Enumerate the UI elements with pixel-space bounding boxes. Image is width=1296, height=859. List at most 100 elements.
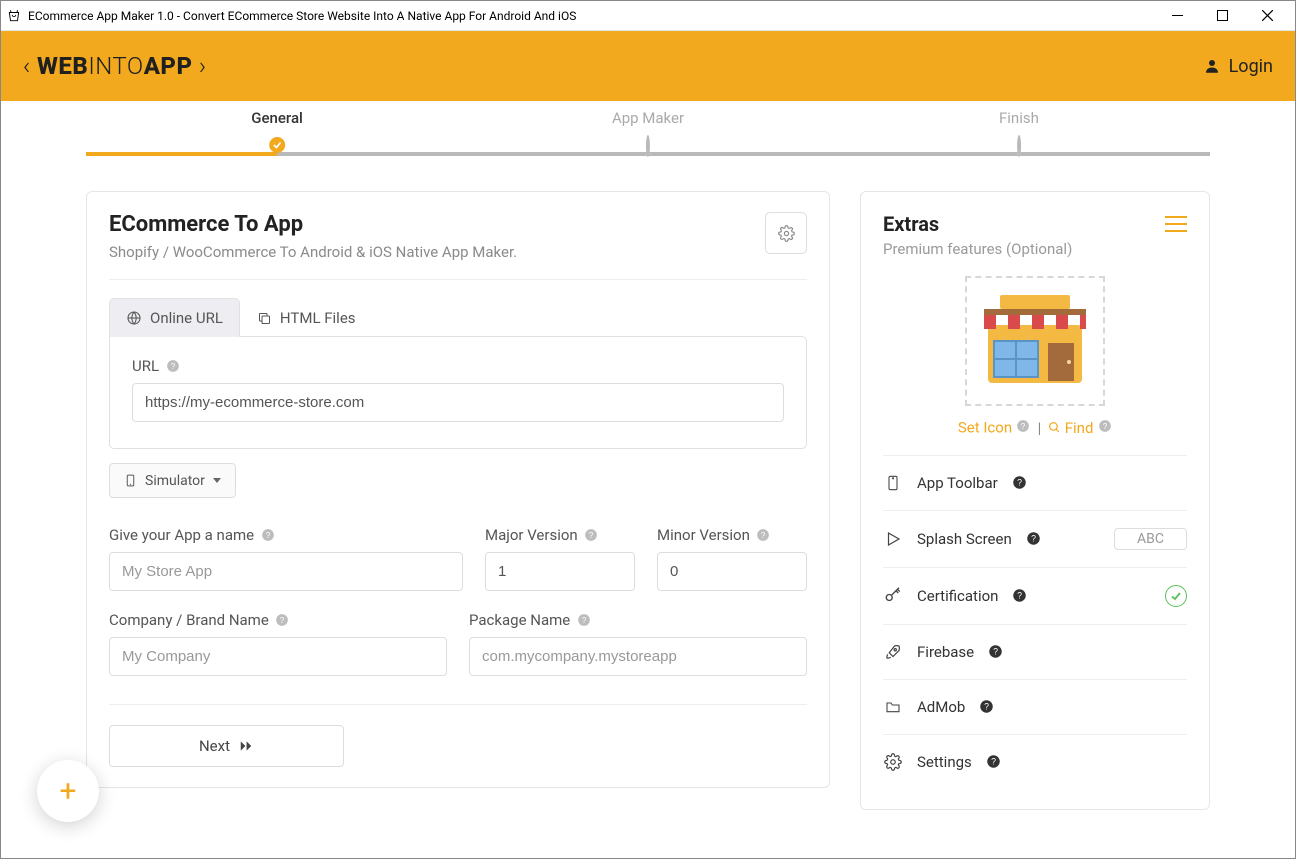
- svg-text:?: ?: [984, 702, 989, 712]
- step-node-active-icon: [269, 137, 285, 153]
- help-icon[interactable]: ?: [756, 528, 771, 543]
- extras-item-firebase[interactable]: Firebase ?: [883, 624, 1187, 679]
- status-ok-icon: [1165, 585, 1187, 607]
- main-title: ECommerce To App: [109, 212, 765, 237]
- main-settings-button[interactable]: [765, 212, 807, 254]
- help-icon[interactable]: ?: [1012, 475, 1027, 490]
- window-minimize-button[interactable]: [1155, 1, 1200, 30]
- extras-item-admob[interactable]: AdMob ?: [883, 679, 1187, 734]
- app-name-input[interactable]: [109, 552, 463, 591]
- gear-icon: [778, 225, 795, 242]
- app-window: ECommerce App Maker 1.0 - Convert EComme…: [0, 0, 1296, 859]
- chevron-down-icon: [213, 478, 221, 483]
- storefront-icon: [980, 291, 1090, 391]
- extras-card: Extras Premium features (Optional): [860, 191, 1210, 810]
- svg-text:?: ?: [991, 757, 996, 767]
- play-outline-icon: [883, 529, 903, 549]
- set-icon-link[interactable]: Set Icon: [958, 419, 1012, 437]
- fab-add-button[interactable]: +: [37, 760, 99, 822]
- svg-text:?: ?: [993, 647, 998, 657]
- help-icon[interactable]: ?: [260, 528, 275, 543]
- splash-preview-badge: ABC: [1114, 528, 1187, 550]
- svg-text:?: ?: [761, 531, 766, 540]
- brand-logo[interactable]: ‹ WEBINTOAPP ›: [23, 52, 207, 80]
- svg-text:?: ?: [1102, 421, 1107, 430]
- help-icon[interactable]: ?: [1097, 418, 1112, 433]
- plus-icon: +: [59, 774, 76, 809]
- svg-text:?: ?: [581, 616, 586, 625]
- globe-icon: [126, 310, 142, 326]
- svg-text:?: ?: [1018, 591, 1023, 601]
- major-version-input[interactable]: [485, 552, 635, 591]
- window-title: ECommerce App Maker 1.0 - Convert EComme…: [28, 9, 1155, 23]
- simulator-dropdown[interactable]: Simulator: [109, 463, 236, 498]
- main-card: ECommerce To App Shopify / WooCommerce T…: [86, 191, 830, 788]
- help-icon[interactable]: ?: [986, 754, 1001, 769]
- app-icon-preview[interactable]: [965, 276, 1105, 406]
- icon-actions: Set Icon ? | Find ?: [883, 418, 1187, 437]
- svg-text:?: ?: [1017, 478, 1022, 488]
- help-icon[interactable]: ?: [584, 528, 599, 543]
- forward-icon: [238, 739, 254, 753]
- user-icon: [1203, 57, 1221, 75]
- help-icon[interactable]: ?: [1016, 418, 1031, 433]
- step-node-icon: [646, 135, 650, 157]
- minor-version-label: Minor Version ?: [657, 526, 807, 544]
- help-icon[interactable]: ?: [979, 699, 994, 714]
- extras-item-toolbar[interactable]: App Toolbar ?: [883, 455, 1187, 510]
- company-input[interactable]: [109, 637, 447, 676]
- extras-menu-button[interactable]: [1165, 215, 1187, 233]
- login-link[interactable]: Login: [1203, 56, 1273, 77]
- online-url-panel: URL ?: [109, 336, 807, 449]
- rocket-icon: [883, 642, 903, 662]
- extras-item-settings[interactable]: Settings ?: [883, 734, 1187, 789]
- svg-text:?: ?: [1031, 534, 1036, 544]
- svg-text:?: ?: [589, 531, 594, 540]
- gear-icon: [883, 752, 903, 772]
- url-label: URL ?: [132, 357, 784, 375]
- window-close-button[interactable]: [1245, 1, 1290, 30]
- phone-icon: [124, 472, 137, 489]
- folder-icon: [883, 697, 903, 717]
- company-label: Company / Brand Name ?: [109, 611, 447, 629]
- help-icon[interactable]: ?: [1012, 588, 1027, 603]
- copy-icon: [257, 311, 272, 326]
- key-icon: [883, 586, 903, 606]
- wizard-stepper: General App Maker Finish: [86, 109, 1210, 169]
- source-tabs: Online URL HTML Files: [109, 298, 807, 337]
- tab-online-url[interactable]: Online URL: [109, 298, 240, 337]
- package-input[interactable]: [469, 637, 807, 676]
- help-icon[interactable]: ?: [988, 644, 1003, 659]
- window-titlebar: ECommerce App Maker 1.0 - Convert EComme…: [1, 1, 1295, 31]
- help-icon[interactable]: ?: [165, 359, 180, 374]
- svg-text:?: ?: [170, 362, 175, 371]
- extras-subtitle: Premium features (Optional): [883, 240, 1187, 258]
- step-finish[interactable]: Finish: [999, 109, 1039, 155]
- content-viewport[interactable]: ‹ WEBINTOAPP › Login General App Maker: [1, 31, 1295, 858]
- package-label: Package Name ?: [469, 611, 807, 629]
- svg-text:?: ?: [1021, 421, 1026, 430]
- search-icon: [1048, 421, 1061, 434]
- next-button[interactable]: Next: [109, 725, 344, 767]
- window-maximize-button[interactable]: [1200, 1, 1245, 30]
- major-version-label: Major Version ?: [485, 526, 635, 544]
- help-icon[interactable]: ?: [576, 613, 591, 628]
- app-window-icon: [6, 8, 22, 24]
- minor-version-input[interactable]: [657, 552, 807, 591]
- step-app-maker[interactable]: App Maker: [612, 109, 684, 155]
- find-icon-link[interactable]: Find: [1048, 419, 1097, 437]
- step-general[interactable]: General: [251, 109, 303, 153]
- url-input[interactable]: [132, 383, 784, 422]
- svg-text:?: ?: [265, 531, 270, 540]
- help-icon[interactable]: ?: [275, 613, 290, 628]
- tab-html-files[interactable]: HTML Files: [240, 298, 373, 337]
- extras-title: Extras: [883, 212, 939, 236]
- topbar: ‹ WEBINTOAPP › Login: [1, 31, 1295, 101]
- app-name-label: Give your App a name ?: [109, 526, 463, 544]
- help-icon[interactable]: ?: [1026, 531, 1041, 546]
- extras-item-splash[interactable]: Splash Screen ? ABC: [883, 510, 1187, 567]
- main-subtitle: Shopify / WooCommerce To Android & iOS N…: [109, 243, 765, 261]
- phone-outline-icon: [883, 473, 903, 493]
- extras-item-certification[interactable]: Certification ?: [883, 567, 1187, 624]
- hamburger-icon: [1165, 215, 1187, 233]
